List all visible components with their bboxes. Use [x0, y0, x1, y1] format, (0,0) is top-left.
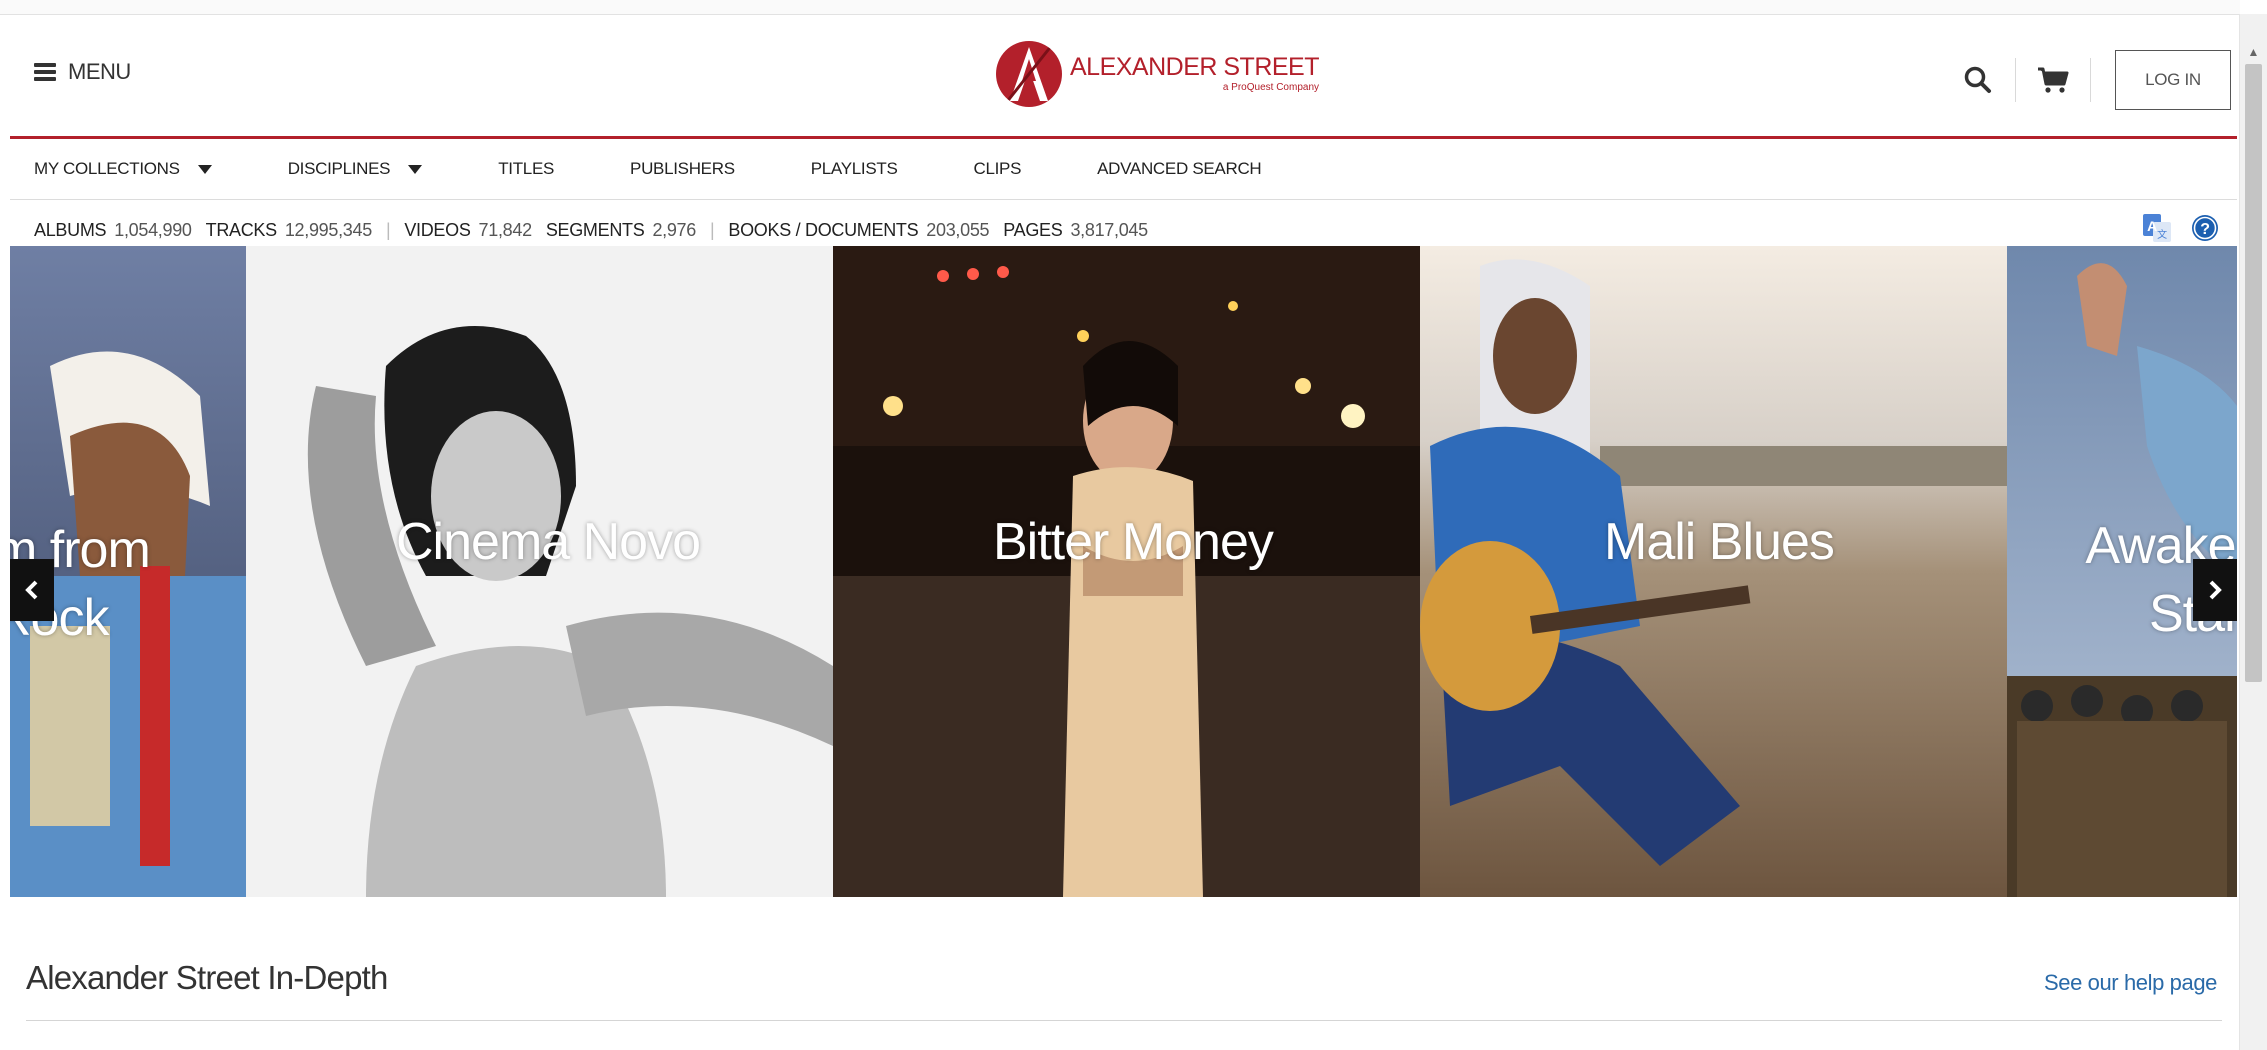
nav-label: CLIPS [973, 159, 1022, 178]
vertical-scrollbar[interactable]: ▲ [2239, 14, 2267, 1050]
section-divider [26, 1020, 2222, 1021]
help-page-link[interactable]: See our help page [2044, 970, 2217, 996]
stat-pages-label: PAGES [1003, 219, 1063, 240]
main-nav: MY COLLECTIONS DISCIPLINES TITLES PUBLIS… [10, 139, 2237, 200]
svg-text:A: A [2147, 218, 2157, 234]
chevron-right-icon [2209, 580, 2222, 600]
stat-segments-label: SEGMENTS [545, 219, 645, 240]
menu-button[interactable]: MENU [34, 59, 131, 85]
nav-label: ADVANCED SEARCH [1097, 159, 1262, 178]
menu-label: MENU [68, 59, 131, 84]
nav-publishers[interactable]: PUBLISHERS [630, 159, 735, 179]
carousel-slide[interactable]: Bitter Money [833, 246, 1420, 897]
nav-disciplines[interactable]: DISCIPLINES [288, 159, 423, 179]
logo-tagline: a ProQuest Company [1222, 82, 1320, 93]
carousel-prev-button[interactable] [10, 559, 54, 621]
svg-text:文: 文 [2157, 228, 2167, 241]
search-icon[interactable] [1955, 57, 2001, 103]
stat-albums-label: ALBUMS [34, 219, 107, 240]
nav-label: DISCIPLINES [287, 159, 391, 178]
slide-title: Cinema Novo [396, 513, 701, 571]
site-logo[interactable]: ALEXANDER STREET a ProQuest Company [996, 41, 1320, 107]
nav-titles[interactable]: TITLES [498, 159, 554, 179]
nav-label: PLAYLISTS [810, 159, 898, 178]
hamburger-icon [34, 63, 56, 81]
nav-clips[interactable]: CLIPS [973, 159, 1021, 179]
page: MENU ALEXANDER STREET a ProQuest Company [10, 15, 2237, 1050]
scrollbar-thumb[interactable] [2245, 64, 2262, 682]
header-divider [2090, 58, 2091, 102]
stat-tracks-label: TRACKS [205, 219, 278, 240]
chevron-left-icon [25, 580, 38, 600]
carousel-slide[interactable]: Mali Blues [1420, 246, 2007, 897]
caret-down-icon [408, 164, 423, 174]
stat-tracks-value: 12,995,345 [284, 219, 372, 240]
svg-text:?: ? [2200, 221, 2209, 238]
stat-divider: | [709, 219, 715, 240]
stat-segments-value: 2,976 [652, 219, 696, 240]
translate-icon[interactable]: A文 [2143, 214, 2171, 242]
stat-videos-value: 71,842 [478, 219, 533, 240]
stat-books-value: 203,055 [926, 219, 990, 240]
header-actions: LOG IN [1955, 49, 2237, 111]
header-divider [2015, 58, 2016, 102]
carousel-slide[interactable]: Cinema Novo [246, 246, 833, 897]
nav-advanced-search[interactable]: ADVANCED SEARCH [1097, 159, 1262, 179]
stat-videos-label: VIDEOS [404, 219, 471, 240]
site-header: MENU ALEXANDER STREET a ProQuest Company [10, 15, 2237, 139]
slide-title: Bitter Money [993, 513, 1274, 571]
nav-my-collections[interactable]: MY COLLECTIONS [34, 159, 212, 179]
carousel-next-button[interactable] [2193, 559, 2237, 621]
cart-icon[interactable] [2030, 57, 2076, 103]
stat-books-label: BOOKS / DOCUMENTS [728, 219, 919, 240]
browser-top-strip [0, 0, 2240, 15]
help-icon[interactable]: ? [2191, 214, 2219, 242]
featured-carousel: m from Rock Cinema Novo [10, 246, 2237, 897]
slide-title: Mali Blues [1604, 513, 1835, 571]
nav-label: PUBLISHERS [630, 159, 735, 178]
nav-playlists[interactable]: PLAYLISTS [811, 159, 898, 179]
login-button[interactable]: LOG IN [2115, 50, 2231, 110]
logo-name: ALEXANDER STREET [1070, 53, 1320, 81]
caret-down-icon [197, 164, 212, 174]
nav-label: MY COLLECTIONS [34, 159, 180, 178]
nav-label: TITLES [498, 159, 555, 178]
stat-albums-value: 1,054,990 [114, 219, 192, 240]
scroll-up-arrow-icon[interactable]: ▲ [2240, 44, 2267, 60]
stat-divider: | [385, 219, 391, 240]
stat-pages-value: 3,817,045 [1070, 219, 1148, 240]
section-title: Alexander Street In-Depth [26, 959, 388, 996]
logo-mark-icon [996, 41, 1062, 107]
